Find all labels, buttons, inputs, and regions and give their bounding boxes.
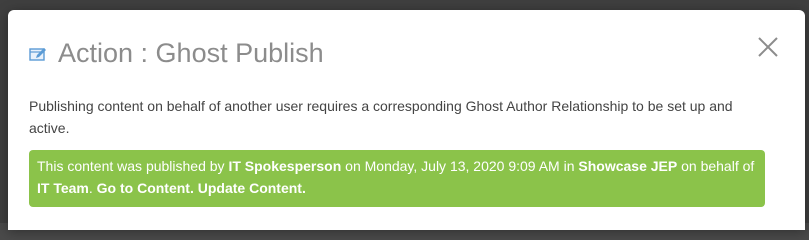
publish-info-alert: This content was published by IT Spokesp… — [29, 150, 765, 207]
behalf-name: IT Team — [37, 180, 89, 196]
place-name: Showcase JEP — [578, 158, 678, 174]
go-to-content-link[interactable]: Go to Content. — [97, 180, 194, 196]
edit-window-icon — [29, 46, 47, 62]
alert-text-2: on Monday, July 13, 2020 9:09 AM in — [341, 158, 579, 174]
dialog-title: Action : Ghost Publish — [58, 38, 324, 68]
dialog-description: Publishing content on behalf of another … — [29, 98, 733, 136]
ghost-publish-dialog: Action : Ghost Publish Publishing conten… — [8, 10, 805, 230]
author-name: IT Spokesperson — [228, 158, 342, 174]
close-icon[interactable] — [755, 34, 781, 60]
alert-text-1: This content was published by — [37, 158, 229, 174]
dialog-header: Action : Ghost Publish — [8, 10, 805, 90]
update-content-link[interactable]: Update Content. — [198, 180, 306, 196]
alert-text-3: on behalf of — [677, 158, 755, 174]
alert-text-4: . — [88, 180, 97, 196]
